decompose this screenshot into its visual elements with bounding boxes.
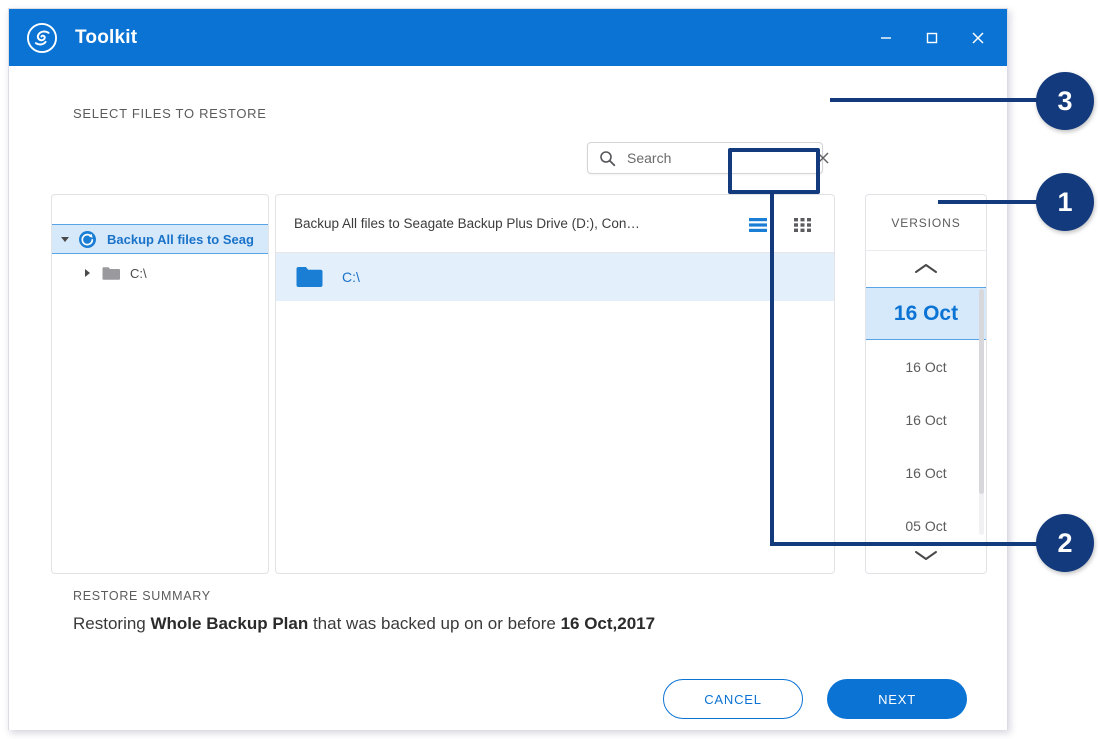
folder-icon <box>102 266 120 281</box>
grid-view-button[interactable] <box>785 210 819 240</box>
content-header-title: Backup All files to Seagate Backup Plus … <box>294 216 640 231</box>
tree-item-c-drive[interactable]: C:\ <box>52 258 268 288</box>
callout-2-connector-horizontal <box>770 542 1042 546</box>
version-item[interactable]: 16 Oct <box>866 287 986 340</box>
search-box[interactable] <box>587 142 823 174</box>
seagate-spiral-logo-icon <box>27 23 57 53</box>
app-title: Toolkit <box>75 27 137 49</box>
summary-target: Whole Backup Plan <box>150 614 308 633</box>
callout-badge-1: 1 <box>1036 173 1094 231</box>
screenshot-root: Toolkit <box>0 0 1100 739</box>
toolkit-window: Toolkit <box>8 8 1008 730</box>
maximize-button[interactable] <box>909 18 955 58</box>
callout-badge-2: 2 <box>1036 514 1094 572</box>
version-item[interactable]: 16 Oct <box>866 340 986 393</box>
dialog-body: SELECT FILES TO RESTORE <box>9 66 1007 730</box>
window-controls <box>863 9 1001 66</box>
caret-right-icon[interactable] <box>74 268 100 278</box>
callout-3-connector <box>830 98 1042 102</box>
title-bar: Toolkit <box>9 9 1007 66</box>
search-clear-button[interactable] <box>808 143 838 173</box>
content-list: C:\ <box>276 253 834 301</box>
versions-scroll-up-button[interactable] <box>866 251 986 287</box>
versions-scrollbar-thumb[interactable] <box>979 289 984 494</box>
versions-panel: VERSIONS 16 Oct 16 Oct 16 Oct 16 Oct 05 … <box>865 194 987 574</box>
summary-date: 16 Oct,2017 <box>561 614 656 633</box>
backup-plan-tree-panel: Backup All files to Seag C:\ <box>51 194 269 574</box>
callout-badge-3: 3 <box>1036 72 1094 130</box>
restore-summary-text: Restoring Whole Backup Plan that was bac… <box>73 614 655 634</box>
summary-prefix: Restoring <box>73 614 150 633</box>
minimize-button[interactable] <box>863 18 909 58</box>
summary-middle: that was backed up on or before <box>308 614 560 633</box>
backup-plan-icon <box>78 230 97 249</box>
minimize-icon <box>879 31 893 45</box>
restore-summary-label: RESTORE SUMMARY <box>73 589 211 603</box>
folder-icon <box>296 266 323 288</box>
clear-x-icon <box>815 150 831 166</box>
tree-item-label: C:\ <box>130 266 147 281</box>
close-button[interactable] <box>955 18 1001 58</box>
view-toggle-group <box>736 205 824 244</box>
search-input[interactable] <box>627 150 808 166</box>
list-item[interactable]: C:\ <box>276 253 834 301</box>
cancel-button[interactable]: CANCEL <box>663 679 803 719</box>
maximize-icon <box>925 31 939 45</box>
callout-2-connector-vertical <box>770 190 774 546</box>
callout-1-connector <box>938 200 1042 204</box>
search-icon <box>599 150 616 167</box>
close-icon <box>970 30 986 46</box>
next-button[interactable]: NEXT <box>827 679 967 719</box>
version-item[interactable]: 16 Oct <box>866 446 986 499</box>
page-title: SELECT FILES TO RESTORE <box>73 106 267 121</box>
versions-list: 16 Oct 16 Oct 16 Oct 16 Oct 05 Oct <box>866 287 986 537</box>
version-item[interactable]: 16 Oct <box>866 393 986 446</box>
file-content-panel: Backup All files to Seagate Backup Plus … <box>275 194 835 574</box>
chevron-up-icon <box>913 262 939 276</box>
content-header: Backup All files to Seagate Backup Plus … <box>276 195 834 253</box>
caret-down-icon[interactable] <box>52 234 78 244</box>
grid-view-icon <box>793 217 812 233</box>
tree-item-label: Backup All files to Seag <box>107 232 254 247</box>
tree-scroll-area: Backup All files to Seag C:\ <box>52 224 268 574</box>
list-view-icon <box>748 217 768 233</box>
tree-item-backup-plan[interactable]: Backup All files to Seag <box>52 224 268 254</box>
list-item-label: C:\ <box>342 269 360 285</box>
